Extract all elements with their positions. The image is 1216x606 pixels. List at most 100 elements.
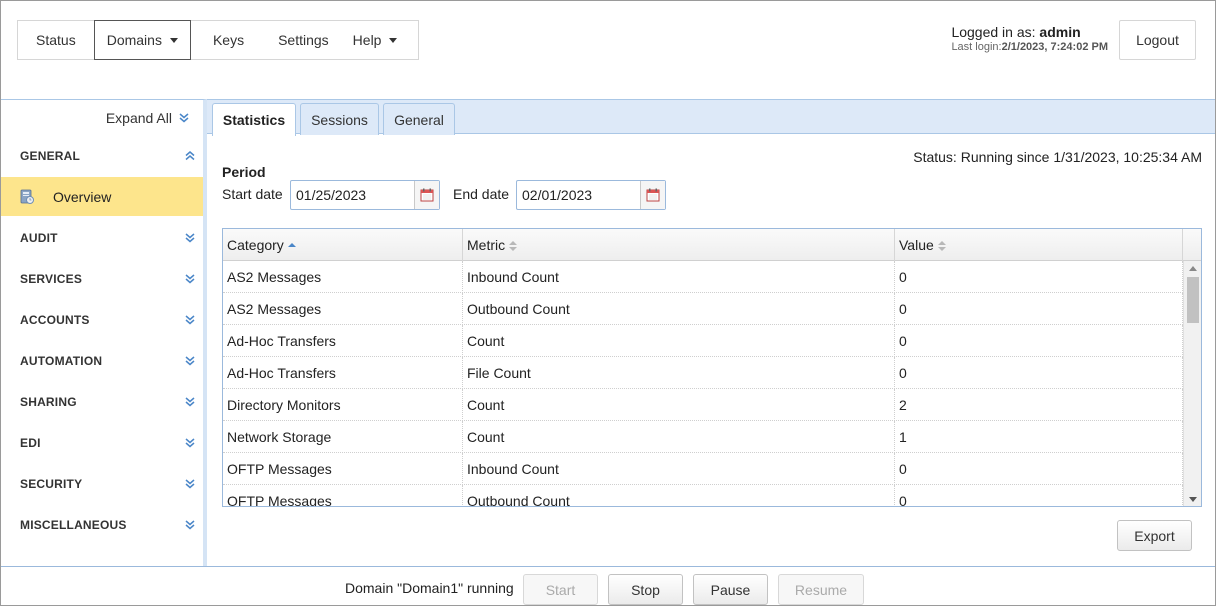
logged-in-prefix: Logged in as: bbox=[951, 24, 1036, 40]
tab-statistics[interactable]: Statistics bbox=[212, 103, 296, 136]
cell-value: 0 bbox=[895, 485, 1183, 506]
calendar-icon[interactable] bbox=[414, 181, 439, 209]
cell-metric: Outbound Count bbox=[463, 485, 895, 506]
domain-control-bar: Domain "Domain1" running Start Stop Paus… bbox=[1, 566, 1215, 605]
last-login-time: 2/1/2023, 7:24:02 PM bbox=[1001, 41, 1108, 53]
start-date-label: Start date bbox=[222, 186, 283, 202]
column-header-value[interactable]: Value bbox=[895, 229, 1183, 261]
tab-sessions[interactable]: Sessions bbox=[300, 103, 379, 135]
end-date-label: End date bbox=[453, 186, 510, 202]
double-chevron-down-icon bbox=[185, 273, 195, 284]
sidebar-section-accounts[interactable]: ACCOUNTS bbox=[1, 299, 203, 340]
nav-help-label: Help bbox=[352, 32, 382, 48]
table-row[interactable]: OFTP Messages Outbound Count 0 bbox=[223, 485, 1183, 506]
sidebar-section-label: AUDIT bbox=[20, 230, 58, 245]
expand-all-button[interactable]: Expand All bbox=[106, 110, 189, 126]
table-row[interactable]: Ad-Hoc Transfers Count 0 bbox=[223, 325, 1183, 357]
cell-value: 0 bbox=[895, 453, 1183, 485]
login-info: Logged in as: admin Last login:2/1/2023,… bbox=[951, 24, 1108, 53]
sidebar-section-edi[interactable]: EDI bbox=[1, 422, 203, 463]
double-chevron-down-icon bbox=[185, 355, 195, 366]
resume-button[interactable]: Resume bbox=[778, 574, 864, 605]
start-date-field[interactable]: 01/25/2023 bbox=[290, 180, 440, 210]
double-chevron-down-icon bbox=[185, 314, 195, 325]
sidebar-section-audit[interactable]: AUDIT bbox=[1, 217, 203, 258]
sidebar-section-automation[interactable]: AUTOMATION bbox=[1, 340, 203, 381]
cell-category: Network Storage bbox=[223, 421, 463, 453]
statistics-table: Category Metric Value AS2 Messages Inboun… bbox=[222, 228, 1202, 507]
caret-down-icon bbox=[389, 37, 398, 43]
nav-status[interactable]: Status bbox=[18, 21, 94, 59]
sidebar-section-general[interactable]: GENERAL bbox=[1, 135, 203, 176]
cell-metric: Inbound Count bbox=[463, 261, 895, 293]
column-header-category[interactable]: Category bbox=[223, 229, 463, 261]
logout-button[interactable]: Logout bbox=[1119, 20, 1196, 60]
pause-button[interactable]: Pause bbox=[693, 574, 768, 605]
tab-bar: Statistics Sessions General bbox=[207, 99, 1215, 136]
nav-help-dropdown[interactable]: Help bbox=[347, 21, 416, 59]
double-chevron-down-icon bbox=[185, 396, 195, 407]
cell-category: Ad-Hoc Transfers bbox=[223, 357, 463, 389]
sidebar-section-label: SHARING bbox=[20, 394, 77, 409]
expand-all-label: Expand All bbox=[105, 110, 172, 126]
column-header-metric[interactable]: Metric bbox=[463, 229, 895, 261]
table-row[interactable]: OFTP Messages Inbound Count 0 bbox=[223, 453, 1183, 485]
sidebar-section-label: SERVICES bbox=[20, 271, 83, 286]
cell-value: 2 bbox=[895, 389, 1183, 421]
cell-category: AS2 Messages bbox=[223, 261, 463, 293]
cell-metric: Outbound Count bbox=[463, 293, 895, 325]
vertical-scrollbar[interactable] bbox=[1183, 261, 1201, 506]
main-panel: Statistics Sessions General Status: Runn… bbox=[207, 99, 1215, 566]
sidebar-section-label: EDI bbox=[20, 435, 41, 450]
column-header-label: Category bbox=[227, 237, 284, 253]
sidebar-section-sharing[interactable]: SHARING bbox=[1, 381, 203, 422]
top-navigation: Status Domains Keys Settings Help bbox=[17, 20, 419, 60]
domain-status-text: Domain "Domain1" running bbox=[345, 580, 514, 596]
table-row[interactable]: Network Storage Count 1 bbox=[223, 421, 1183, 453]
cell-metric: Count bbox=[463, 421, 895, 453]
nav-domains-dropdown[interactable]: Domains bbox=[93, 20, 191, 60]
table-row[interactable]: AS2 Messages Outbound Count 0 bbox=[223, 293, 1183, 325]
cell-value: 0 bbox=[895, 357, 1183, 389]
cell-category: AS2 Messages bbox=[223, 293, 463, 325]
cell-metric: Inbound Count bbox=[463, 453, 895, 485]
cell-value: 1 bbox=[895, 421, 1183, 453]
double-chevron-down-icon bbox=[185, 519, 195, 530]
cell-category: Ad-Hoc Transfers bbox=[223, 325, 463, 357]
sidebar-section-services[interactable]: SERVICES bbox=[1, 258, 203, 299]
nav-status-label: Status bbox=[36, 32, 76, 48]
sidebar-section-label: MISCELLANEOUS bbox=[20, 517, 127, 532]
period-label: Period bbox=[222, 164, 266, 180]
cell-metric: File Count bbox=[463, 357, 895, 389]
tab-general[interactable]: General bbox=[383, 103, 455, 135]
sidebar-section-label: ACCOUNTS bbox=[20, 312, 90, 327]
nav-keys[interactable]: Keys bbox=[191, 21, 260, 59]
cell-metric: Count bbox=[463, 389, 895, 421]
table-row[interactable]: Directory Monitors Count 2 bbox=[223, 389, 1183, 421]
cell-category: OFTP Messages bbox=[223, 485, 463, 506]
end-date-field[interactable]: 02/01/2023 bbox=[516, 180, 666, 210]
cell-category: Directory Monitors bbox=[223, 389, 463, 421]
scroll-up-arrow-icon[interactable] bbox=[1189, 266, 1197, 271]
column-header-label: Value bbox=[899, 237, 934, 253]
double-chevron-down-icon bbox=[185, 232, 195, 243]
table-body: AS2 Messages Inbound Count 0 AS2 Messages Ou… bbox=[223, 261, 1183, 506]
export-button[interactable]: Export bbox=[1117, 520, 1192, 551]
caret-down-icon bbox=[169, 37, 178, 43]
last-login: Last login:2/1/2023, 7:24:02 PM bbox=[951, 41, 1108, 53]
calendar-icon[interactable] bbox=[640, 181, 665, 209]
table-row[interactable]: AS2 Messages Inbound Count 0 bbox=[223, 261, 1183, 293]
scroll-down-arrow-icon[interactable] bbox=[1189, 497, 1197, 502]
sidebar-section-miscellaneous[interactable]: MISCELLANEOUS bbox=[1, 504, 203, 545]
table-row[interactable]: Ad-Hoc Transfers File Count 0 bbox=[223, 357, 1183, 389]
cell-value: 0 bbox=[895, 325, 1183, 357]
nav-settings[interactable]: Settings bbox=[260, 21, 347, 59]
stop-button[interactable]: Stop bbox=[608, 574, 683, 605]
sidebar: Expand All GENERAL Overview AUDIT SERVIC… bbox=[1, 99, 207, 566]
sidebar-section-security[interactable]: SECURITY bbox=[1, 463, 203, 504]
sidebar-section-label: GENERAL bbox=[20, 148, 81, 163]
scrollbar-thumb[interactable] bbox=[1187, 277, 1199, 323]
start-button[interactable]: Start bbox=[523, 574, 598, 605]
sidebar-item-overview[interactable]: Overview bbox=[1, 177, 203, 216]
cell-category: OFTP Messages bbox=[223, 453, 463, 485]
